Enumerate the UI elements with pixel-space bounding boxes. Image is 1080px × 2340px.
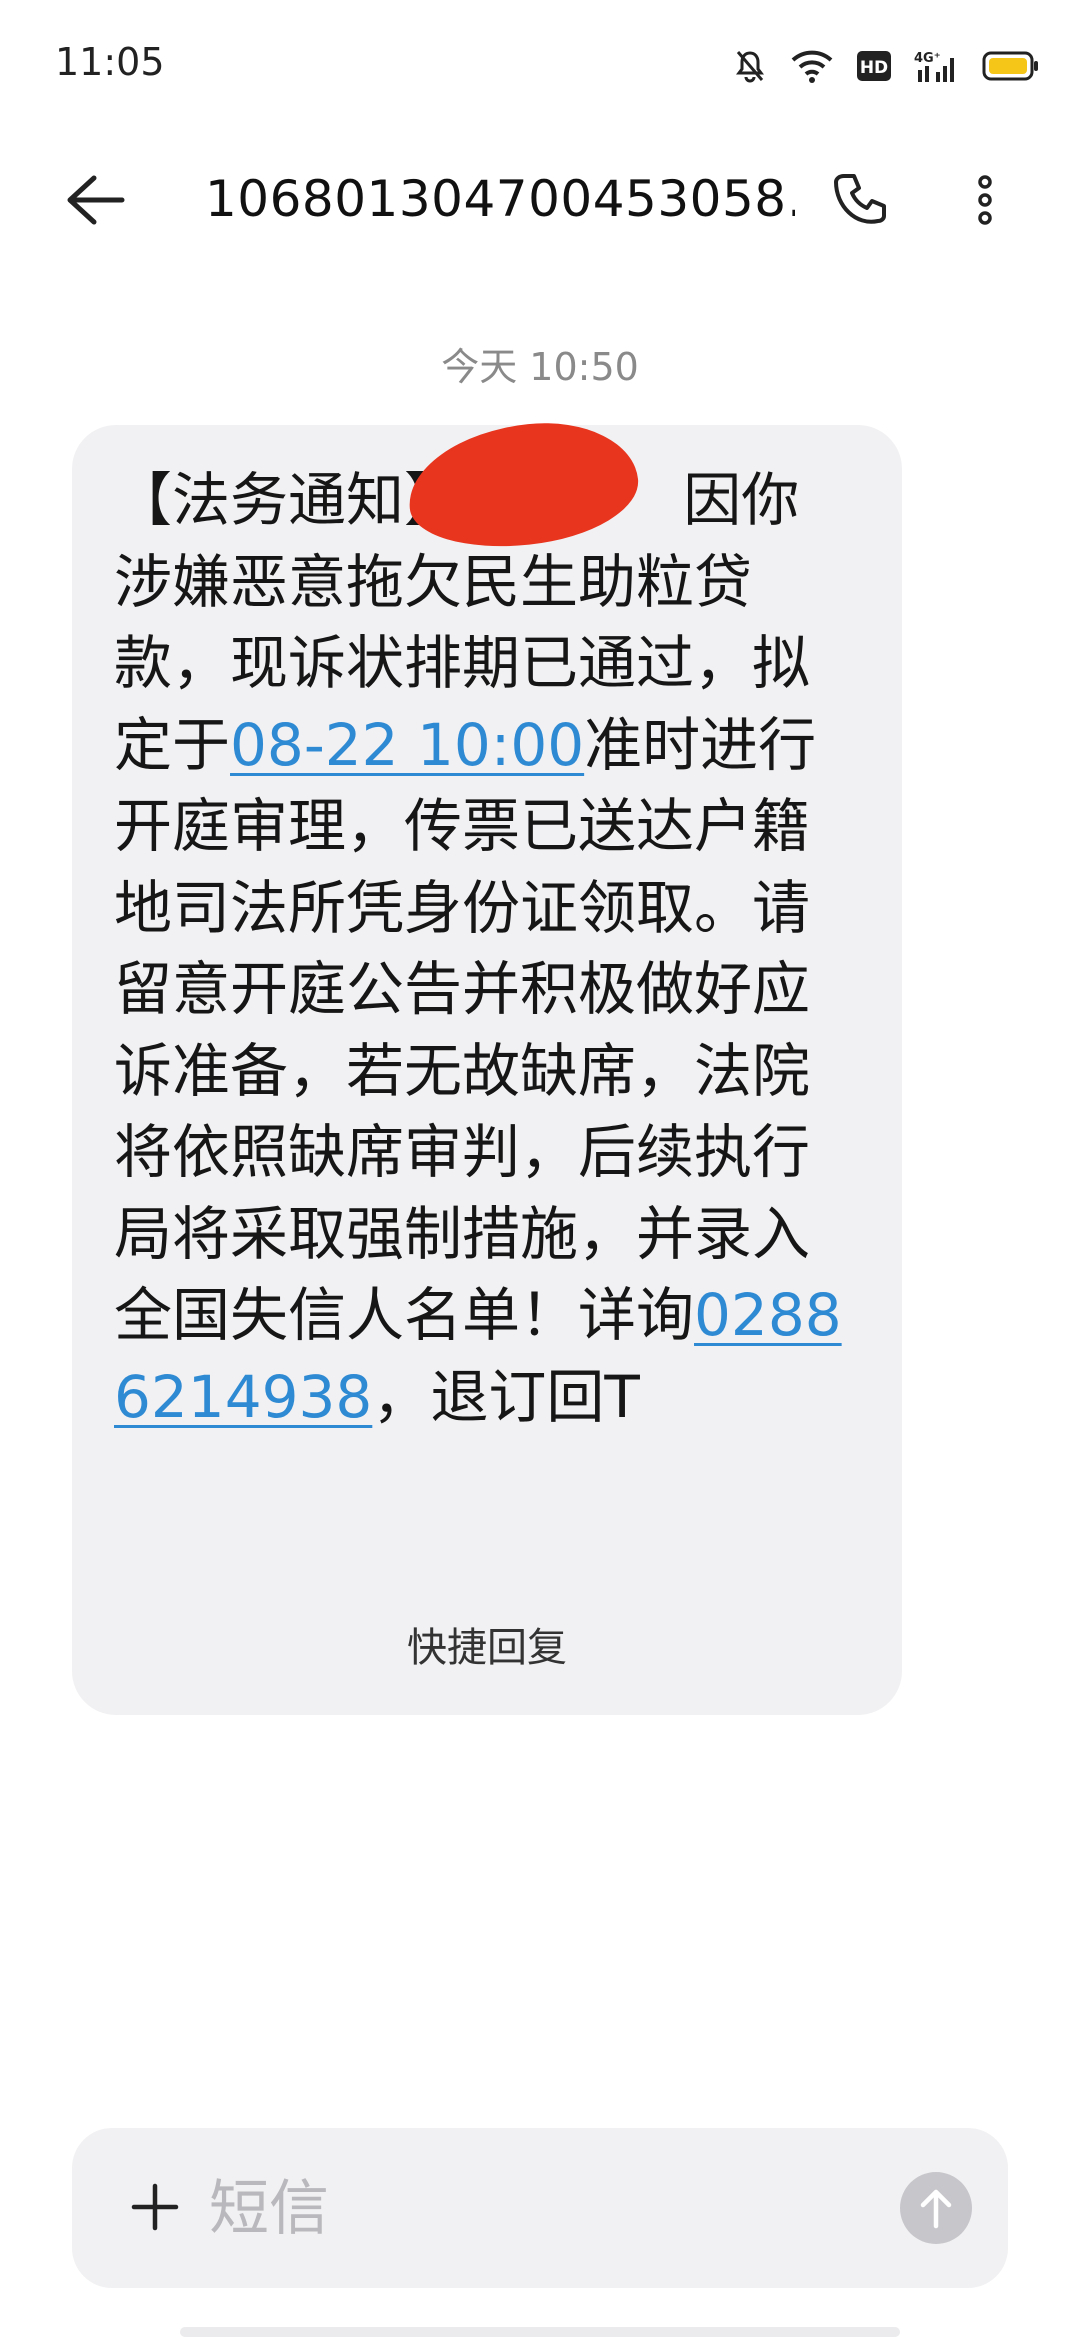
phone-icon (834, 174, 886, 224)
more-vertical-icon (978, 175, 992, 225)
sms-input[interactable] (207, 2158, 851, 2260)
call-button[interactable] (830, 170, 890, 230)
status-time: 11:05 (55, 40, 165, 84)
status-bar: 11:05 HD 4G⁺ (0, 0, 1080, 130)
gesture-bar (180, 2327, 900, 2337)
arrow-left-icon (67, 175, 125, 225)
date-separator: 今天 10:50 (441, 345, 639, 389)
conversation-header: 106801304700453058… (0, 140, 1080, 260)
message-bubble[interactable]: 【法务通知】 因你涉嫌恶意拖欠民生助粒贷款，现诉状排期已通过，拟定于08-22 … (72, 425, 902, 1715)
message-segment: ，退订回T (372, 1362, 640, 1431)
quick-reply-button[interactable]: 快捷回复 (72, 1615, 902, 1673)
back-button[interactable] (60, 168, 130, 232)
wifi-icon (790, 48, 834, 84)
status-icons: HD 4G⁺ (732, 44, 1040, 88)
more-button[interactable] (965, 170, 1005, 230)
date-link[interactable]: 08-22 10:00 (230, 711, 584, 779)
sender-number: 106801304700453058… (205, 170, 795, 228)
composer-bar (72, 2128, 1008, 2288)
plus-icon (131, 2183, 179, 2231)
network-label: 4G⁺ (914, 51, 941, 66)
send-button[interactable] (900, 2172, 972, 2244)
battery-icon (982, 50, 1040, 82)
message-text: 【法务通知】 因你涉嫌恶意拖欠民生助粒贷款，现诉状排期已通过，拟定于08-22 … (114, 460, 849, 1438)
hd-label: HD (860, 58, 888, 78)
signal-4g-icon: 4G⁺ (914, 48, 960, 84)
message-segment: 准时进行开庭审理，传票已送达户籍地司法所凭身份证领取。请留意开庭公告并积极做好应… (114, 710, 817, 1350)
arrow-up-icon (920, 2189, 952, 2229)
mute-bell-icon (732, 48, 768, 84)
hd-icon: HD (856, 48, 892, 84)
attach-button[interactable] (120, 2172, 190, 2242)
